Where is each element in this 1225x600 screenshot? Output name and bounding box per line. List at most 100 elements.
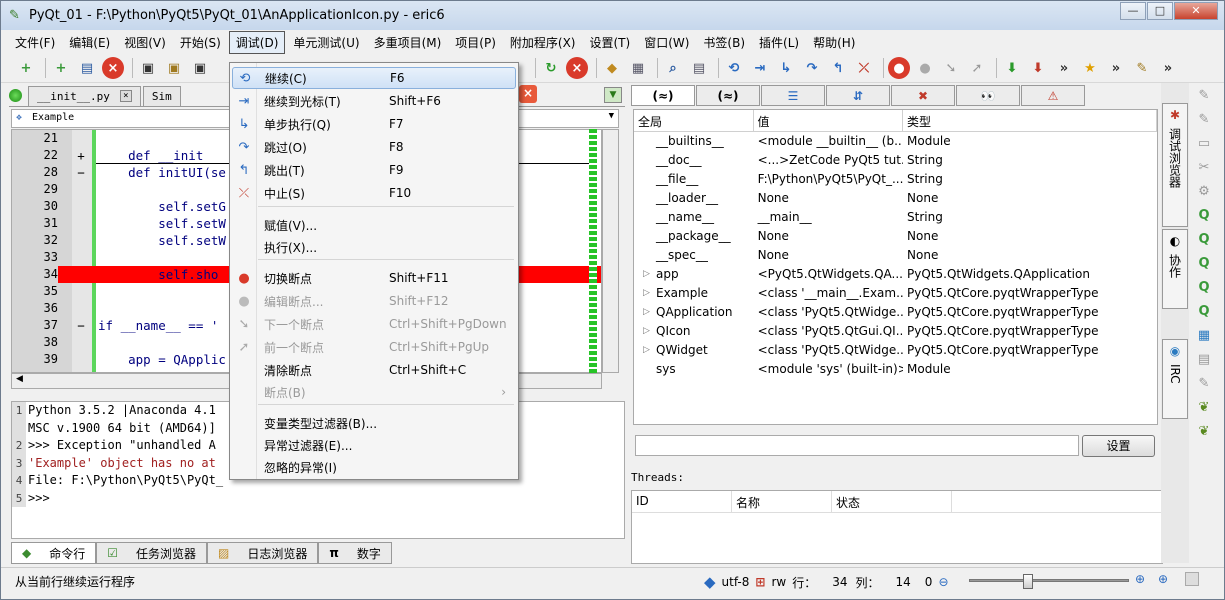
editor-tab[interactable]: Sim bbox=[142, 85, 181, 106]
tab-log-viewer[interactable]: ▨ 日志浏览器 bbox=[207, 542, 319, 564]
edit-icon[interactable]: ✎ bbox=[1193, 373, 1215, 395]
global-variables-table[interactable]: 全局 值 类型 __builtins__ <module __builtin__ … bbox=[633, 109, 1158, 425]
find-icon[interactable]: ⌕ bbox=[662, 57, 684, 79]
print-icon[interactable]: ▤ bbox=[76, 57, 98, 79]
star-icon[interactable]: ★ bbox=[1079, 57, 1101, 79]
debug-tab-5[interactable]: 👀 bbox=[956, 85, 1020, 106]
menu-item[interactable]: 窗口(W) bbox=[638, 32, 695, 53]
debug-menu-item[interactable]: 赋值(V)... bbox=[232, 214, 516, 236]
variable-row[interactable]: ▷ Example <class '__main__.Exam... PyQt5.Qt… bbox=[634, 284, 1157, 303]
qt-icon-3[interactable]: Q bbox=[1193, 253, 1215, 275]
debug-menu-item[interactable]: ➘ 下一个断点 Ctrl+Shift+PgDown bbox=[232, 313, 516, 335]
tab-task-viewer[interactable]: ☑ 任务浏览器 bbox=[96, 542, 208, 564]
more-chevron-icon[interactable]: » bbox=[1053, 57, 1075, 79]
python-icon[interactable]: ◆ bbox=[601, 57, 623, 79]
minimize-button[interactable]: — bbox=[1120, 2, 1146, 20]
menu-item[interactable]: 设置(T) bbox=[583, 32, 636, 53]
close-file-icon[interactable]: × bbox=[102, 57, 124, 79]
expand-arrow-icon[interactable]: ▷ bbox=[643, 265, 650, 284]
menu-item[interactable]: 项目(P) bbox=[449, 32, 502, 53]
zoom-slider-handle[interactable] bbox=[1022, 574, 1033, 589]
variable-row[interactable]: __spec__ None None bbox=[634, 246, 1157, 265]
expand-arrow-icon[interactable]: ▷ bbox=[643, 284, 650, 303]
bookmark-prev-icon[interactable]: ⬇ bbox=[1027, 57, 1049, 79]
comment-icon[interactable]: ▭ bbox=[1193, 133, 1215, 155]
column-header-threadname[interactable]: 名称 bbox=[732, 491, 832, 512]
more-chevron-2-icon[interactable]: » bbox=[1105, 57, 1127, 79]
qt-icon-5[interactable]: Q bbox=[1193, 301, 1215, 323]
debug-menu-item[interactable]: 忽略的异常(I) bbox=[232, 456, 516, 478]
fold-marker[interactable]: − bbox=[74, 164, 88, 181]
column-header-type[interactable]: 类型 bbox=[903, 110, 1157, 131]
debug-menu-item[interactable]: ↳ 单步执行(Q) F7 bbox=[232, 113, 516, 135]
fold-marker[interactable]: − bbox=[74, 317, 88, 334]
new-file-icon[interactable]: + bbox=[15, 57, 37, 79]
menu-item[interactable]: 书签(B) bbox=[697, 32, 751, 53]
variable-filter-input[interactable] bbox=[635, 435, 1079, 456]
save-icon[interactable]: ▣ bbox=[137, 57, 159, 79]
settings-button[interactable]: 设置 bbox=[1082, 435, 1155, 457]
toolbar-breakpoint-icon[interactable]: ● bbox=[888, 57, 910, 79]
stop-debug-icon[interactable]: × bbox=[566, 57, 588, 79]
menu-item[interactable]: 调试(D) bbox=[228, 30, 286, 54]
toolbar-continue-icon[interactable]: ⟲ bbox=[723, 57, 745, 79]
side-tab-cooperation[interactable]: ◐ 协作 bbox=[1162, 229, 1188, 309]
maximize-button[interactable]: □ bbox=[1147, 2, 1173, 20]
expand-arrow-icon[interactable]: ▷ bbox=[643, 303, 650, 322]
save-all-icon[interactable]: ▣ bbox=[189, 57, 211, 79]
debug-tab-2[interactable]: ☰ bbox=[761, 85, 825, 106]
debug-tab-3[interactable]: ⇵ bbox=[826, 85, 890, 106]
menu-item[interactable]: 文件(F) bbox=[9, 32, 61, 53]
variable-row[interactable]: ▷ QWidget <class 'PyQt5.QtWidge... PyQt5.Qt… bbox=[634, 341, 1157, 360]
close-tab-icon[interactable]: × bbox=[119, 90, 132, 102]
column-header-id[interactable]: ID bbox=[632, 491, 732, 512]
debug-menu-item[interactable]: 执行(X)... bbox=[232, 236, 516, 258]
debug-menu-item[interactable]: ⤫ 中止(S) F10 bbox=[232, 182, 516, 204]
variable-row[interactable]: ▷ app <PyQt5.QtWidgets.QA... PyQt5.QtWidget… bbox=[634, 265, 1157, 284]
menu-item[interactable]: 附加程序(X) bbox=[504, 32, 582, 53]
find-file-icon[interactable]: ▤ bbox=[688, 57, 710, 79]
zoom-slider[interactable] bbox=[969, 574, 1129, 589]
menu-item[interactable]: 编辑(E) bbox=[63, 32, 116, 53]
debug-tab-0[interactable]: (≈) bbox=[631, 85, 695, 106]
wrench-icon[interactable]: ✎ bbox=[1193, 85, 1215, 107]
debug-tab-4[interactable]: ✖ bbox=[891, 85, 955, 106]
menu-item[interactable]: 帮助(H) bbox=[807, 32, 861, 53]
variable-row[interactable]: __doc__ <...>ZetCode PyQt5 tut... String bbox=[634, 151, 1157, 170]
variable-row[interactable]: __builtins__ <module __builtin__ (b... Mod… bbox=[634, 132, 1157, 151]
save-as-icon[interactable]: ▣ bbox=[163, 57, 185, 79]
toolbar-continue-cursor-icon[interactable]: ⇥ bbox=[749, 57, 771, 79]
side-tab-irc[interactable]: ◉ IRC bbox=[1162, 339, 1188, 419]
toolbar-prev-breakpoint-icon[interactable]: ➚ bbox=[966, 57, 988, 79]
expand-arrow-icon[interactable]: ▷ bbox=[643, 322, 650, 341]
column-header-status[interactable]: 状态 bbox=[832, 491, 952, 512]
sql-icon[interactable]: ▦ bbox=[1193, 325, 1215, 347]
new-window-icon[interactable]: + bbox=[50, 57, 72, 79]
menu-item[interactable]: 多重项目(M) bbox=[368, 32, 448, 53]
variable-row[interactable]: __loader__ None None bbox=[634, 189, 1157, 208]
menu-item[interactable]: 单元测试(U) bbox=[287, 32, 365, 53]
variable-row[interactable]: ▷ QIcon <class 'PyQt5.QtGui.QI... PyQt5.QtC… bbox=[634, 322, 1157, 341]
expand-arrow-icon[interactable]: ▷ bbox=[643, 341, 650, 360]
menu-item[interactable]: 视图(V) bbox=[118, 32, 172, 53]
edit-pen-icon[interactable]: ✎ bbox=[1131, 57, 1153, 79]
qt-icon-1[interactable]: Q bbox=[1193, 205, 1215, 227]
qt-icon-4[interactable]: Q bbox=[1193, 277, 1215, 299]
debug-menu-item[interactable]: ● 切换断点 Shift+F11 bbox=[232, 267, 516, 289]
tab-numbers[interactable]: π 数字 bbox=[318, 542, 392, 564]
threads-table[interactable]: ID 名称 状态 bbox=[631, 490, 1163, 564]
variable-row[interactable]: __package__ None None bbox=[634, 227, 1157, 246]
close-active-tab-icon[interactable]: × bbox=[519, 85, 537, 103]
restart-icon[interactable]: ↻ bbox=[540, 57, 562, 79]
toolbar-step-over-icon[interactable]: ↷ bbox=[801, 57, 823, 79]
zoom-in-icon[interactable]: ⊕ bbox=[1135, 572, 1145, 586]
fold-marker[interactable]: + bbox=[74, 147, 88, 164]
variable-row[interactable]: __file__ F:\Python\PyQt5\PyQt_... String bbox=[634, 170, 1157, 189]
bookmark-next-icon[interactable]: ⬇ bbox=[1001, 57, 1023, 79]
more-chevron-3-icon[interactable]: » bbox=[1157, 57, 1179, 79]
toolbar-step-icon[interactable]: ↳ bbox=[775, 57, 797, 79]
variable-row[interactable]: __name__ __main__ String bbox=[634, 208, 1157, 227]
menu-item[interactable]: 开始(S) bbox=[174, 32, 227, 53]
side-tab-debug-viewer[interactable]: ✱ 调试浏览器 bbox=[1162, 103, 1188, 227]
pencil-icon[interactable]: ✎ bbox=[1193, 109, 1215, 131]
